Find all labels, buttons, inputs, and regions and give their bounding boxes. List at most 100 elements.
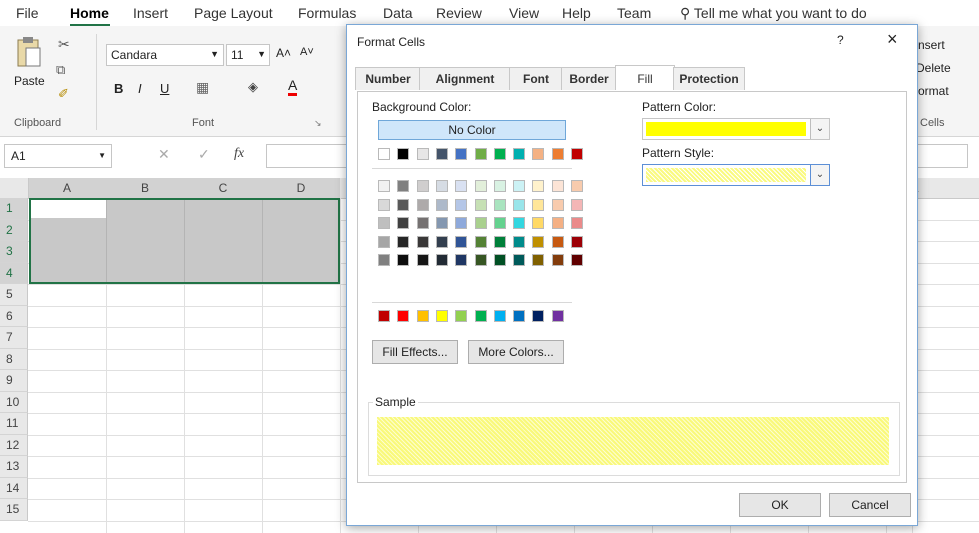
format-cells-button[interactable]: ormat bbox=[918, 84, 949, 98]
row-header-9[interactable]: 9 bbox=[0, 370, 28, 392]
theme-color-swatch[interactable] bbox=[378, 148, 390, 160]
select-all-corner[interactable] bbox=[0, 178, 29, 199]
menu-tab-team[interactable]: Team bbox=[617, 5, 651, 21]
theme-shade-swatch[interactable] bbox=[532, 198, 545, 211]
close-button[interactable]: × bbox=[887, 29, 898, 50]
row-header-8[interactable]: 8 bbox=[0, 348, 28, 370]
theme-shade-swatch[interactable] bbox=[513, 217, 526, 229]
theme-shade-swatch[interactable] bbox=[571, 180, 583, 192]
theme-shade-swatch[interactable] bbox=[532, 217, 545, 229]
theme-shade-swatch[interactable] bbox=[551, 235, 564, 248]
tab-protection[interactable]: Protection bbox=[673, 67, 745, 90]
theme-color-swatch[interactable] bbox=[455, 148, 468, 160]
tab-number[interactable]: Number bbox=[355, 67, 421, 90]
shrink-font-button[interactable]: A˅ bbox=[300, 46, 314, 58]
column-header-a[interactable]: A bbox=[28, 178, 107, 199]
menu-tab-formulas[interactable]: Formulas bbox=[298, 5, 356, 21]
row-header-14[interactable]: 14 bbox=[0, 477, 28, 499]
pattern-color-dropdown[interactable]: ⌄ bbox=[642, 118, 830, 140]
bold-button[interactable]: B bbox=[114, 81, 123, 96]
theme-shade-swatch[interactable] bbox=[571, 217, 583, 229]
dialog-launcher-icon[interactable]: ↘ bbox=[314, 118, 322, 129]
help-button[interactable]: ? bbox=[837, 33, 844, 47]
standard-color-swatch[interactable] bbox=[455, 310, 468, 322]
theme-color-swatch[interactable] bbox=[435, 148, 448, 160]
theme-shade-swatch[interactable] bbox=[474, 217, 487, 229]
borders-icon[interactable]: ▦ bbox=[196, 79, 209, 96]
confirm-entry-icon[interactable]: ✓ bbox=[198, 146, 210, 163]
active-cell-a1[interactable] bbox=[31, 200, 106, 218]
theme-shade-swatch[interactable] bbox=[397, 198, 410, 211]
theme-shade-swatch[interactable] bbox=[378, 180, 390, 192]
row-header-5[interactable]: 5 bbox=[0, 284, 28, 306]
theme-shade-swatch[interactable] bbox=[378, 254, 390, 266]
theme-shade-swatch[interactable] bbox=[551, 198, 564, 211]
theme-shade-swatch[interactable] bbox=[435, 217, 448, 229]
standard-color-swatch[interactable] bbox=[532, 310, 545, 322]
theme-shade-swatch[interactable] bbox=[493, 235, 506, 248]
standard-color-swatch[interactable] bbox=[551, 310, 564, 322]
theme-shade-swatch[interactable] bbox=[571, 198, 583, 211]
font-color-button[interactable]: A bbox=[288, 78, 298, 96]
grow-font-button[interactable]: A˄ bbox=[276, 46, 291, 60]
row-header-11[interactable]: 11 bbox=[0, 413, 28, 435]
column-header-b[interactable]: B bbox=[106, 178, 185, 199]
row-header-13[interactable]: 13 bbox=[0, 456, 28, 478]
standard-color-swatch[interactable] bbox=[474, 310, 487, 322]
row-header-15[interactable]: 15 bbox=[0, 499, 28, 521]
italic-button[interactable]: I bbox=[138, 81, 142, 96]
theme-color-swatch[interactable] bbox=[416, 148, 429, 160]
row-header-12[interactable]: 12 bbox=[0, 434, 28, 456]
cut-icon[interactable]: ✂ bbox=[58, 36, 70, 53]
theme-shade-swatch[interactable] bbox=[416, 254, 429, 266]
theme-shade-swatch[interactable] bbox=[397, 180, 410, 192]
copy-icon[interactable]: ⧉ bbox=[56, 62, 65, 78]
cancel-button[interactable]: Cancel bbox=[829, 493, 911, 517]
format-painter-icon[interactable]: ✐ bbox=[58, 86, 69, 102]
column-header-c[interactable]: C bbox=[184, 178, 263, 199]
theme-color-swatch[interactable] bbox=[532, 148, 545, 160]
fill-effects-button[interactable]: Fill Effects... bbox=[372, 340, 458, 364]
theme-shade-swatch[interactable] bbox=[571, 254, 583, 266]
theme-shade-swatch[interactable] bbox=[416, 235, 429, 248]
menu-tab-home[interactable]: Home bbox=[70, 5, 109, 21]
theme-shade-swatch[interactable] bbox=[455, 180, 468, 192]
tab-border[interactable]: Border bbox=[561, 67, 617, 90]
tab-alignment[interactable]: Alignment bbox=[419, 67, 511, 90]
theme-shade-swatch[interactable] bbox=[532, 235, 545, 248]
theme-shade-swatch[interactable] bbox=[455, 254, 468, 266]
theme-shade-swatch[interactable] bbox=[435, 180, 448, 192]
theme-color-swatch[interactable] bbox=[513, 148, 526, 160]
theme-shade-swatch[interactable] bbox=[435, 254, 448, 266]
row-header-10[interactable]: 10 bbox=[0, 391, 28, 413]
theme-shade-swatch[interactable] bbox=[435, 235, 448, 248]
menu-tab-page-layout[interactable]: Page Layout bbox=[194, 5, 273, 21]
column-header-d[interactable]: D bbox=[262, 178, 341, 199]
theme-shade-swatch[interactable] bbox=[493, 217, 506, 229]
theme-shade-swatch[interactable] bbox=[551, 180, 564, 192]
underline-button[interactable]: U bbox=[160, 81, 169, 96]
theme-shade-swatch[interactable] bbox=[513, 198, 526, 211]
paste-button[interactable]: Paste bbox=[14, 74, 45, 88]
standard-color-swatch[interactable] bbox=[513, 310, 526, 322]
tell-me-box[interactable]: ⚲ Tell me what you want to do bbox=[680, 5, 867, 22]
row-header-2[interactable]: 2 bbox=[0, 219, 28, 241]
row-header-6[interactable]: 6 bbox=[0, 305, 28, 327]
theme-shade-swatch[interactable] bbox=[416, 198, 429, 211]
menu-tab-view[interactable]: View bbox=[509, 5, 539, 21]
more-colors-button[interactable]: More Colors... bbox=[468, 340, 564, 364]
insert-function-icon[interactable]: fx bbox=[234, 146, 244, 162]
theme-color-swatch[interactable] bbox=[551, 148, 564, 160]
tab-font[interactable]: Font bbox=[509, 67, 563, 90]
standard-color-swatch[interactable] bbox=[435, 310, 448, 322]
row-header-1[interactable]: 1 bbox=[0, 198, 28, 220]
row-header-4[interactable]: 4 bbox=[0, 262, 28, 284]
theme-shade-swatch[interactable] bbox=[513, 180, 526, 192]
theme-shade-swatch[interactable] bbox=[397, 217, 410, 229]
theme-shade-swatch[interactable] bbox=[513, 235, 526, 248]
theme-color-swatch[interactable] bbox=[397, 148, 410, 160]
row-header-3[interactable]: 3 bbox=[0, 241, 28, 263]
theme-color-swatch[interactable] bbox=[474, 148, 487, 160]
theme-shade-swatch[interactable] bbox=[397, 235, 410, 248]
theme-shade-swatch[interactable] bbox=[474, 254, 487, 266]
